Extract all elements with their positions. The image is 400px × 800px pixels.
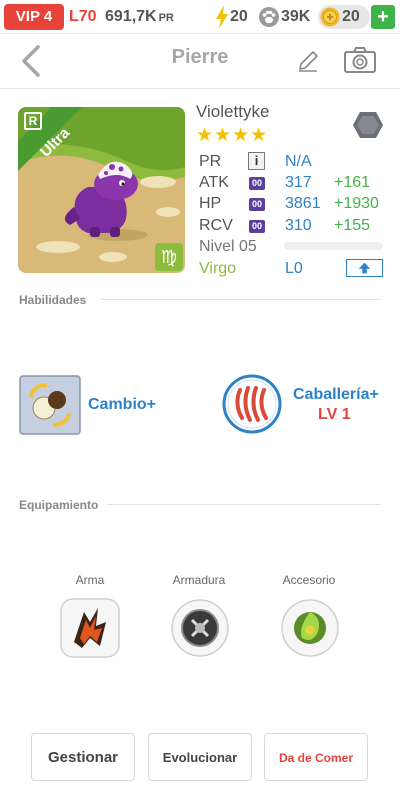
feed-button[interactable]: Da de Comer [264,733,368,781]
evolve-button[interactable]: Evolucionar [148,733,252,781]
manage-button[interactable]: Gestionar [31,733,135,781]
add-coins-button[interactable]: + [371,5,395,29]
player-power-unit: PR [158,12,174,24]
rock-element-icon[interactable] [352,110,384,140]
level-label: Nivel 05 [199,238,257,255]
rcv-plus-badge: 00 [249,220,265,233]
weapon-label: Arma [75,573,105,587]
lightning-icon [216,5,228,29]
weapon-slot-icon[interactable] [60,598,120,658]
skills-section-title: Habilidades [19,293,87,307]
skill-level-2: LV 1 [318,406,351,423]
header-divider [0,88,400,89]
level-progress-bar [284,242,383,250]
zodiac-sign: Virgo [199,260,237,277]
atk-label: ATK [199,174,229,191]
info-icon[interactable]: i [248,152,265,170]
pr-value: N/A [285,153,312,170]
energy-count: 20 [230,8,248,25]
equipment-section-title: Equipamiento [19,498,99,512]
player-power-value: 691,7K [105,8,157,25]
armor-label: Armadura [172,573,226,587]
rcv-label: RCV [199,217,233,234]
equipment-divider [107,504,381,505]
hp-bonus: +1930 [334,195,379,212]
claw-skill-icon[interactable] [222,374,282,434]
zodiac-badge: ♍ [155,243,183,271]
level-up-arrow-icon[interactable] [346,259,383,277]
star-rating: ★★★★ [196,125,269,146]
monster-name: Violettyke [196,102,270,121]
camera-icon[interactable] [343,46,377,74]
rcv-value: 310 [285,217,312,234]
rcv-bonus: +155 [334,217,371,234]
atk-bonus: +161 [334,174,371,191]
pencil-icon[interactable] [295,48,321,74]
skill-name-1: Cambio+ [88,396,157,413]
vip-badge[interactable]: VIP 4 [4,4,64,30]
loyalty-level: L0 [285,260,303,277]
hp-value: 3861 [285,195,321,212]
paw-count: 39K [281,8,311,25]
paw-icon [259,7,279,27]
accessory-label: Accesorio [282,573,336,587]
armor-slot-icon[interactable] [170,598,230,658]
hp-plus-badge: 00 [249,198,265,211]
player-power: 691,7K PR [105,4,174,30]
swap-skill-icon[interactable] [19,375,81,435]
rarity-r-badge: R [24,112,42,130]
atk-value: 317 [285,174,312,191]
hp-label: HP [199,195,222,212]
player-level: L70 [69,8,97,25]
atk-plus-badge: 00 [249,177,265,190]
skills-divider [101,299,381,300]
coin-count: 20 [342,8,360,25]
skill-name-2: Caballería+ [293,386,379,403]
coin-icon [320,7,340,27]
accessory-slot-icon[interactable] [280,598,340,658]
page-title: Pierre [171,46,229,68]
pr-label: PR [199,153,222,170]
